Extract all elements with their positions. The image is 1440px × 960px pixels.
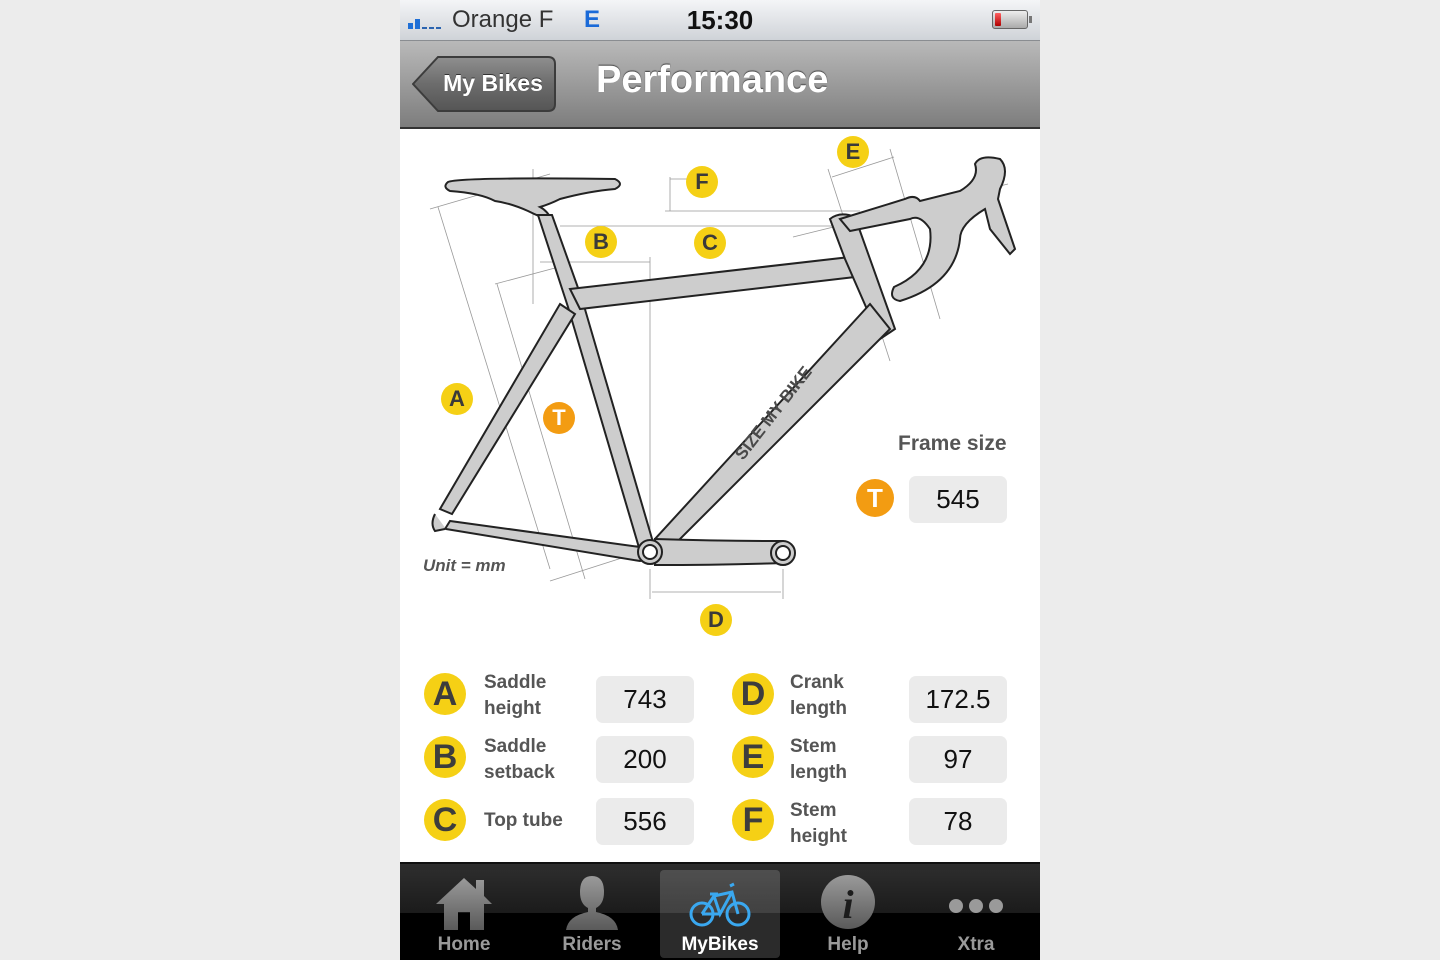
badge-e: E <box>732 736 774 778</box>
frame-size-field[interactable]: 545 <box>909 476 1007 523</box>
tab-mybikes[interactable]: MyBikes <box>660 870 780 958</box>
home-icon <box>436 878 492 930</box>
saddle-height-field[interactable]: 743 <box>596 676 694 723</box>
badge-d: D <box>732 673 774 715</box>
back-button-label: My Bikes <box>443 70 543 96</box>
back-button[interactable]: My Bikes <box>412 55 556 112</box>
battery-icon <box>992 10 1032 29</box>
badge-a: A <box>424 673 466 715</box>
marker-c: C <box>694 227 726 259</box>
label-saddle-height: Saddle height <box>484 672 547 719</box>
saddle-setback-field[interactable]: 200 <box>596 736 694 783</box>
marker-f: F <box>686 166 718 198</box>
marker-a: A <box>441 383 473 415</box>
navigation-bar: My Bikes Performance <box>400 41 1040 129</box>
tab-mybikes-label: MyBikes <box>681 934 759 955</box>
badge-b: B <box>424 736 466 778</box>
stem-length-field[interactable]: 97 <box>909 736 1007 783</box>
svg-text:i: i <box>842 882 853 927</box>
tab-riders[interactable]: Riders <box>532 870 652 958</box>
top-tube-field[interactable]: 556 <box>596 798 694 845</box>
marker-d: D <box>700 604 732 636</box>
rider-icon <box>566 876 618 930</box>
bike-geometry-diagram: SIZE MY BIKE A B C D E F T Unit = mm Fra… <box>400 129 1040 649</box>
status-bar: Orange F E 15:30 <box>400 0 1040 41</box>
info-icon: i <box>821 875 875 929</box>
tab-xtra-label: Xtra <box>957 934 995 955</box>
marker-t: T <box>543 402 575 434</box>
tab-help[interactable]: i Help <box>788 870 908 958</box>
badge-f: F <box>732 799 774 841</box>
frame-size-badge: T <box>856 479 894 517</box>
tab-xtra[interactable]: Xtra <box>916 870 1036 958</box>
phone-screen: Orange F E 15:30 My Bikes Performance SI… <box>400 0 1040 960</box>
label-saddle-setback: Saddle setback <box>484 736 555 783</box>
marker-e: E <box>837 136 869 168</box>
marker-b: B <box>585 226 617 258</box>
clock: 15:30 <box>686 5 754 35</box>
tab-riders-label: Riders <box>562 934 622 955</box>
label-crank-length: Crank length <box>790 672 847 719</box>
bike-icon <box>689 882 751 927</box>
crank-length-field[interactable]: 172.5 <box>909 676 1007 723</box>
tab-home-label: Home <box>437 934 491 955</box>
frame-size-label: Frame size <box>898 432 1007 455</box>
unit-label: Unit = mm <box>423 556 506 575</box>
tab-bar: Home Riders MyBikes i Help Xtra <box>400 862 1040 960</box>
more-icon <box>949 899 1003 913</box>
label-stem-height: Stem height <box>790 800 847 847</box>
label-top-tube: Top tube <box>484 810 563 831</box>
stem-height-field[interactable]: 78 <box>909 798 1007 845</box>
label-stem-length: Stem length <box>790 736 847 783</box>
tab-help-label: Help <box>827 934 869 955</box>
page-title: Performance <box>596 59 829 101</box>
tab-home[interactable]: Home <box>404 870 524 958</box>
badge-c: C <box>424 799 466 841</box>
